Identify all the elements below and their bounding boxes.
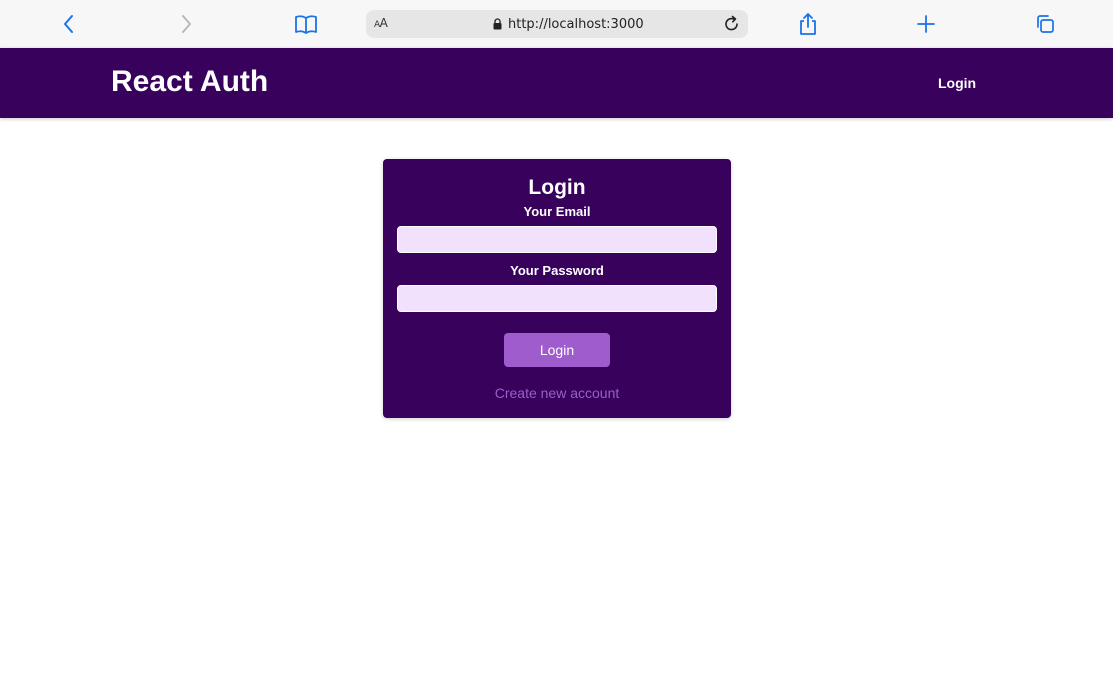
url-display: http://localhost:3000: [493, 16, 644, 32]
reader-large-a: A: [379, 16, 388, 30]
browser-toolbar: AA http://localhost:3000: [0, 0, 1113, 48]
bookmarks-icon: [295, 15, 317, 34]
reader-settings-button[interactable]: AA: [374, 16, 388, 30]
login-button[interactable]: Login: [504, 333, 610, 367]
share-icon: [800, 13, 816, 35]
forward-button[interactable]: [172, 10, 200, 38]
url-text: http://localhost:3000: [508, 16, 644, 32]
bookmarks-button[interactable]: [292, 10, 320, 38]
tabs-overview-button[interactable]: [1031, 10, 1059, 38]
nav-login-link[interactable]: Login: [938, 75, 976, 91]
lock-icon: [493, 18, 502, 30]
password-label: Your Password: [510, 263, 604, 278]
forward-icon: [182, 15, 191, 33]
reload-icon: [725, 15, 738, 31]
app-logo[interactable]: React Auth: [111, 65, 268, 99]
create-account-link[interactable]: Create new account: [383, 385, 731, 401]
auth-title: Login: [528, 176, 586, 199]
share-button[interactable]: [794, 10, 822, 38]
address-bar[interactable]: AA http://localhost:3000: [366, 10, 748, 38]
back-icon: [64, 15, 73, 33]
new-tab-icon: [917, 15, 935, 33]
new-tab-button[interactable]: [912, 10, 940, 38]
email-label: Your Email: [523, 204, 591, 219]
app-header: React Auth Login: [0, 48, 1113, 118]
tabs-icon: [1037, 15, 1054, 33]
back-button[interactable]: [55, 10, 83, 38]
reload-button[interactable]: [722, 14, 742, 34]
password-field[interactable]: [397, 285, 717, 312]
auth-card: Login Your Email Your Password Login Cre…: [383, 159, 731, 418]
email-field[interactable]: [397, 226, 717, 253]
